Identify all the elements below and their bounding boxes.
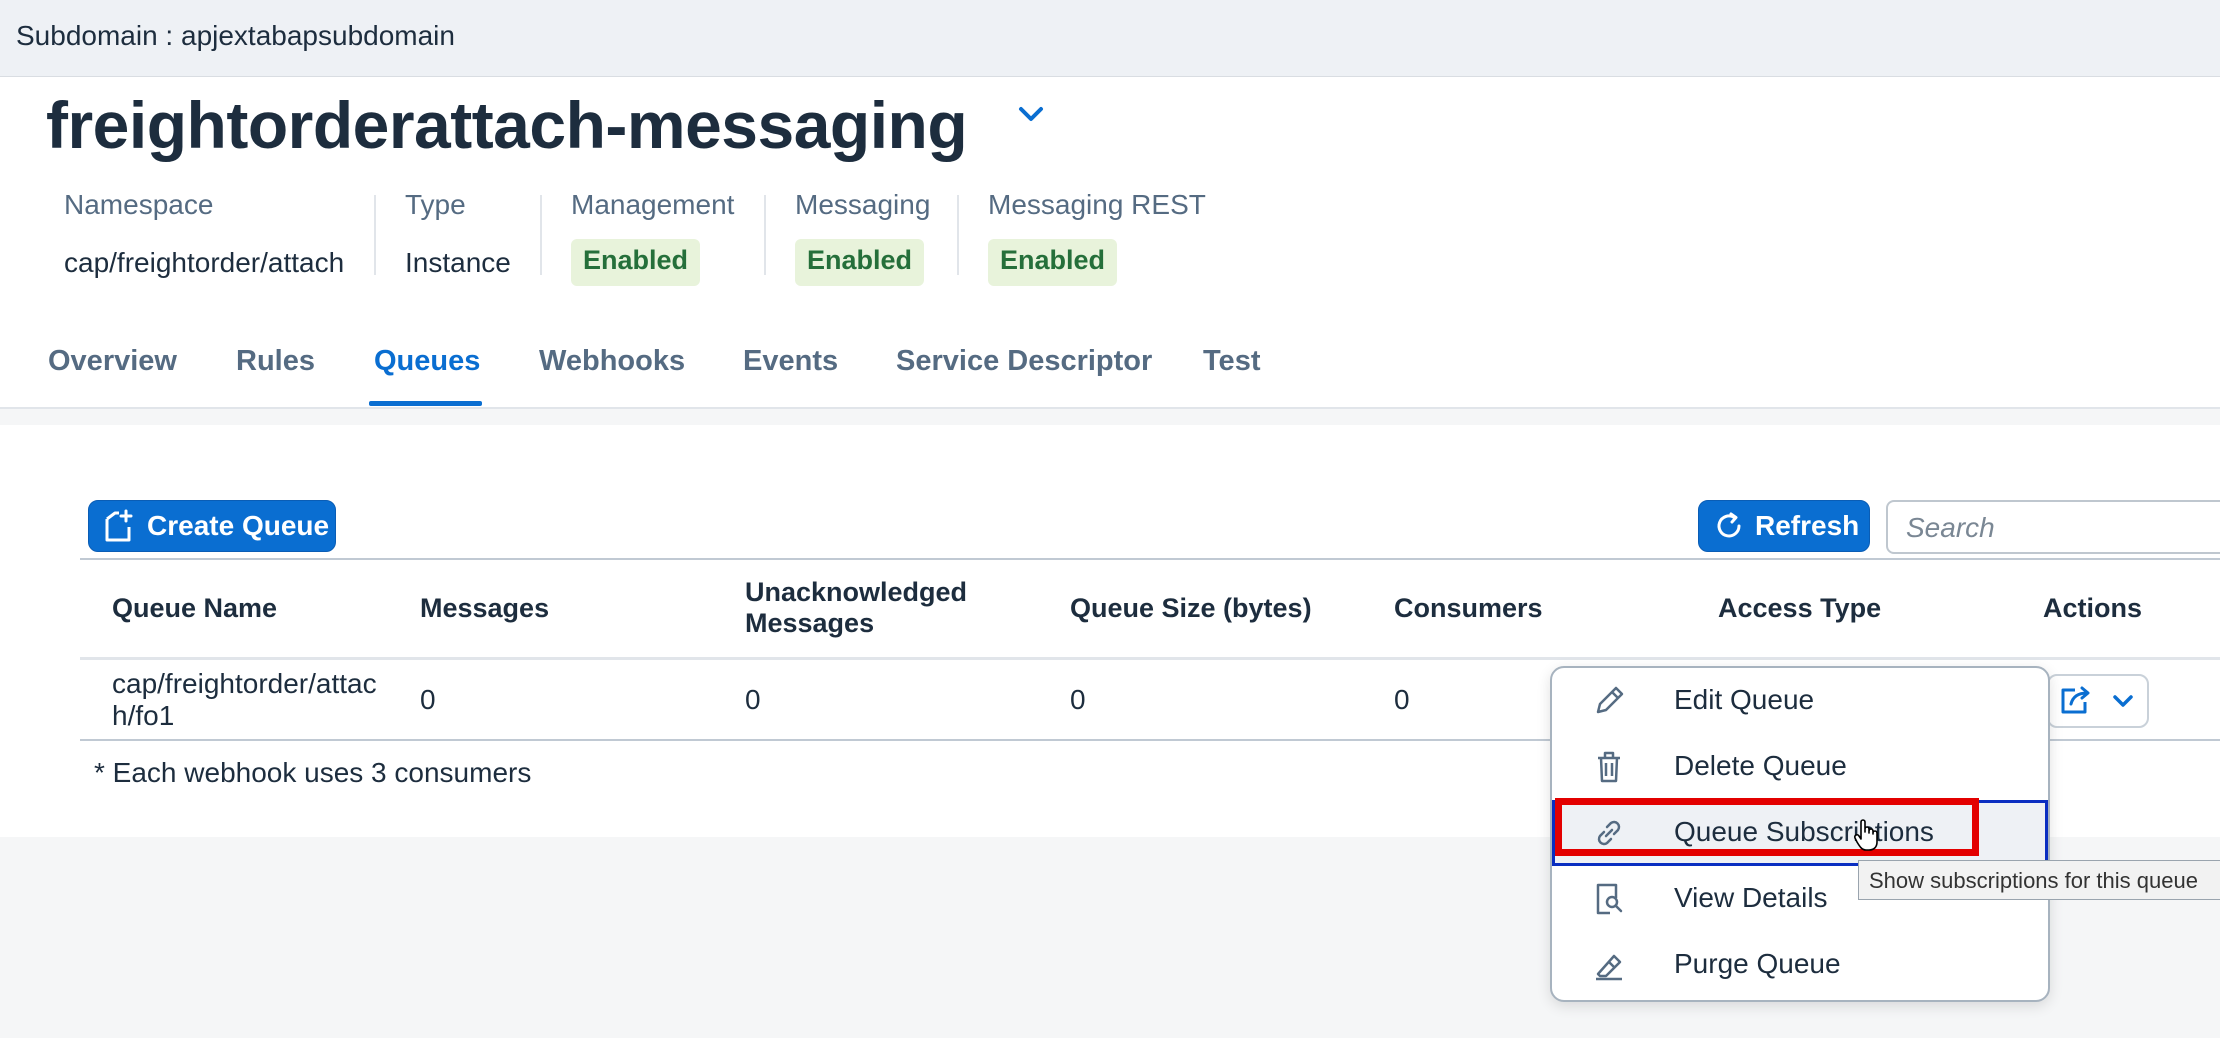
- refresh-button[interactable]: Refresh: [1698, 500, 1870, 552]
- document-search-icon: [1596, 883, 1623, 915]
- status-badge: Enabled: [988, 239, 1118, 286]
- attr-label: Namespace: [64, 189, 214, 220]
- menu-item-delete-queue[interactable]: Delete Queue: [1552, 734, 2048, 800]
- menu-item-label: Delete Queue: [1674, 750, 1847, 781]
- chevron-down-icon: [2113, 695, 2133, 707]
- row-actions-button[interactable]: [2047, 674, 2149, 728]
- divider: [764, 195, 766, 275]
- cell-unacknowledged: 0: [745, 684, 761, 715]
- col-messages[interactable]: Messages: [420, 593, 549, 624]
- tab-overview[interactable]: Overview: [48, 345, 177, 378]
- tab-test[interactable]: Test: [1203, 345, 1260, 378]
- page-title: freightorderattach-messaging: [46, 88, 968, 162]
- col-consumers[interactable]: Consumers: [1394, 593, 1543, 624]
- trash-icon: [1598, 751, 1620, 783]
- col-actions: Actions: [2043, 593, 2143, 623]
- table-border: [80, 558, 2220, 560]
- menu-item-label: View Details: [1674, 882, 1828, 913]
- footnote: * Each webhook uses 3 consumers: [94, 757, 532, 788]
- attr-namespace: Namespace cap/freightorder/attach: [64, 189, 344, 278]
- col-unacknowledged[interactable]: Unacknowledged Messages: [745, 577, 967, 639]
- attr-messaging-rest: Messaging REST Enabled: [988, 189, 1206, 286]
- cell-consumers: 0: [1394, 684, 1410, 715]
- tab-rules[interactable]: Rules: [236, 345, 315, 378]
- divider: [374, 195, 376, 275]
- active-tab-indicator: [369, 401, 482, 406]
- tab-webhooks[interactable]: Webhooks: [539, 345, 685, 378]
- eraser-icon: [1596, 954, 1622, 981]
- status-badge: Enabled: [571, 239, 701, 286]
- search-placeholder: Search: [1906, 512, 1995, 543]
- tab-bar: Overview Rules Queues Webhooks Events Se…: [0, 345, 2220, 407]
- col-queue-name[interactable]: Queue Name: [112, 593, 277, 624]
- create-icon: [105, 509, 133, 542]
- divider: [957, 195, 959, 275]
- col-queue-size[interactable]: Queue Size (bytes): [1070, 593, 1312, 624]
- attr-management: Management Enabled: [571, 189, 735, 286]
- subdomain-label: Subdomain : apjextabapsubdomain: [16, 20, 455, 51]
- queue-name-line1: cap/freightorder/attac: [112, 668, 377, 699]
- col-access-type[interactable]: Access Type: [1718, 593, 1881, 624]
- cell-queue-name: cap/freightorder/attac h/fo1: [112, 668, 377, 732]
- attr-messaging: Messaging Enabled: [795, 189, 931, 286]
- attr-label: Type: [405, 189, 466, 220]
- menu-item-edit-queue[interactable]: Edit Queue: [1552, 668, 2048, 734]
- tab-queues[interactable]: Queues: [374, 345, 480, 378]
- highlight-box: [1555, 798, 1979, 856]
- refresh-label: Refresh: [1755, 510, 1860, 541]
- menu-item-label: Purge Queue: [1674, 948, 1841, 979]
- attr-label: Messaging REST: [988, 189, 1206, 220]
- queue-name-line2: h/fo1: [112, 700, 175, 731]
- action-icon: [2061, 686, 2090, 714]
- col-unack-line1: Unacknowledged: [745, 577, 968, 607]
- subdomain-bar: Subdomain : apjextabapsubdomain: [0, 0, 2220, 77]
- chevron-down-icon[interactable]: [1012, 95, 1050, 133]
- search-input[interactable]: Search: [1886, 500, 2220, 554]
- menu-item-label: Edit Queue: [1674, 684, 1815, 715]
- attr-type: Type Instance: [405, 189, 511, 278]
- attr-label: Messaging: [795, 189, 931, 220]
- hand-cursor-icon: [1853, 819, 1878, 851]
- attr-value: cap/freightorder/attach: [64, 247, 345, 278]
- tooltip-text: Show subscriptions for this queue: [1869, 868, 2198, 893]
- status-badge: Enabled: [795, 239, 925, 286]
- attr-label: Management: [571, 189, 735, 220]
- tooltip: Show subscriptions for this queue: [1858, 860, 2220, 900]
- col-unack-line2: Messages: [745, 608, 875, 638]
- pencil-icon: [1596, 686, 1624, 714]
- cell-messages: 0: [420, 684, 436, 715]
- menu-item-purge-queue[interactable]: Purge Queue: [1552, 932, 2048, 998]
- cell-queue-size: 0: [1070, 684, 1086, 715]
- tab-events[interactable]: Events: [743, 345, 838, 378]
- header-divider: [80, 657, 2220, 660]
- attr-value: Instance: [405, 247, 511, 278]
- tab-service-descriptor[interactable]: Service Descriptor: [896, 345, 1152, 378]
- divider: [540, 195, 542, 275]
- create-queue-label: Create Queue: [147, 510, 330, 541]
- object-header: freightorderattach-messaging Namespace c…: [0, 77, 2220, 409]
- refresh-icon: [1717, 512, 1741, 538]
- create-queue-button[interactable]: Create Queue: [88, 500, 336, 552]
